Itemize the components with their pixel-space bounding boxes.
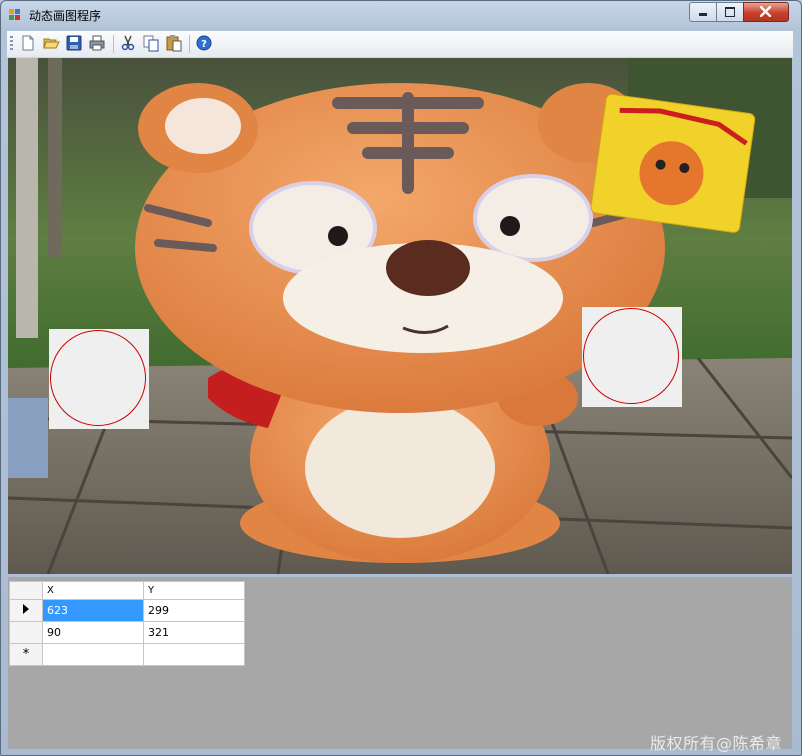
table-row[interactable]: 90 321	[9, 621, 245, 644]
toolbar-separator	[189, 35, 190, 53]
cell-x[interactable]: 90	[42, 621, 144, 644]
cell-y[interactable]	[143, 643, 245, 666]
copy-icon[interactable]	[142, 34, 160, 52]
circle-marker-1[interactable]	[49, 329, 149, 429]
save-icon[interactable]	[65, 34, 83, 52]
window-title: 动态画图程序	[29, 9, 102, 23]
svg-text:?: ?	[201, 39, 207, 50]
close-button[interactable]	[743, 2, 789, 22]
tiger-photo[interactable]	[8, 58, 792, 574]
cell-x[interactable]: 623	[42, 599, 144, 622]
toolbar-grip[interactable]	[10, 36, 13, 52]
cell-x[interactable]	[42, 643, 144, 666]
coordinates-grid[interactable]: X Y 623 299 90 321 *	[9, 581, 245, 666]
app-icon	[9, 9, 21, 21]
new-row-marker: *	[9, 643, 43, 666]
minimize-button[interactable]	[689, 2, 717, 22]
circle-outline	[583, 308, 679, 404]
cut-icon[interactable]	[119, 34, 137, 52]
paste-icon[interactable]	[165, 34, 183, 52]
data-grid-area: X Y 623 299 90 321 *	[8, 577, 792, 749]
table-row[interactable]: 623 299	[9, 599, 245, 622]
column-header-x[interactable]: X	[42, 581, 144, 600]
row-header[interactable]	[9, 621, 43, 644]
maximize-button[interactable]	[716, 2, 744, 22]
cell-y[interactable]: 321	[143, 621, 245, 644]
print-icon[interactable]	[88, 34, 106, 52]
circle-marker-2[interactable]	[582, 307, 682, 407]
toolbar-separator	[113, 35, 114, 53]
help-icon[interactable]: ?	[195, 34, 213, 52]
toolbar: ?	[7, 31, 793, 58]
grid-corner-header[interactable]	[9, 581, 43, 600]
table-row-new[interactable]: *	[9, 643, 245, 666]
new-icon[interactable]	[19, 34, 37, 52]
maximize-icon	[725, 7, 735, 17]
row-header-current[interactable]	[9, 599, 43, 622]
circle-outline	[50, 330, 146, 426]
column-header-y[interactable]: Y	[143, 581, 245, 600]
main-window: 动态画图程序 ? X Y 623 299 90 321 *	[0, 0, 802, 756]
open-icon[interactable]	[42, 34, 60, 52]
minimize-icon	[699, 13, 707, 16]
cell-y[interactable]: 299	[143, 599, 245, 622]
title-bar[interactable]: 动态画图程序	[1, 1, 801, 29]
watermark-text: 版权所有@陈希章	[650, 734, 783, 753]
current-row-arrow-icon	[23, 604, 29, 614]
close-icon	[759, 6, 772, 17]
